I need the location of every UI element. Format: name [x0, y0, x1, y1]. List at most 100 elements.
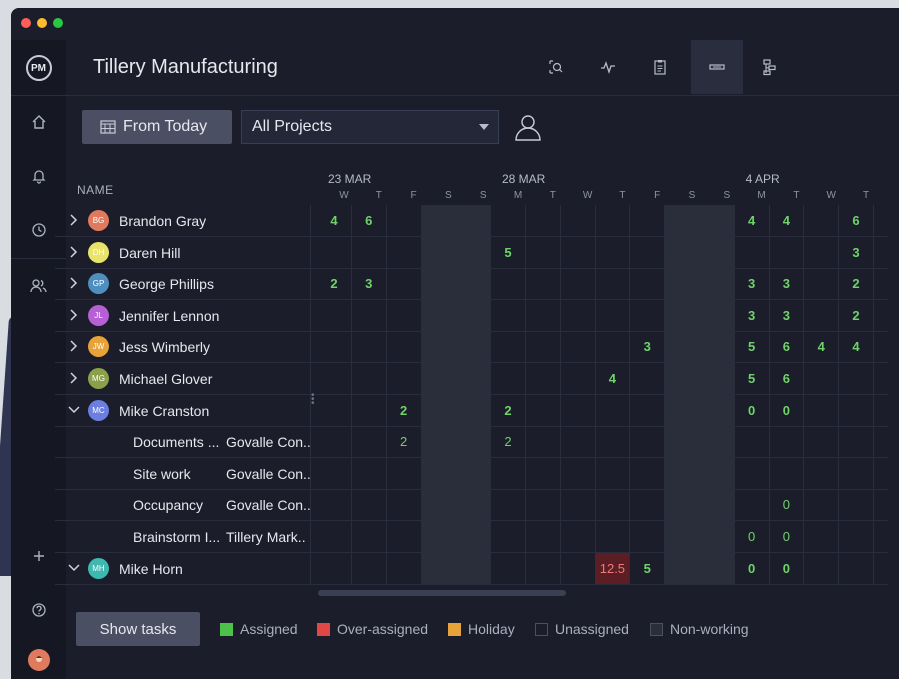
workload-cell[interactable]	[665, 363, 700, 394]
workload-cell[interactable]	[317, 236, 352, 268]
workload-cell[interactable]: 6	[839, 205, 874, 236]
workload-cell[interactable]	[421, 268, 457, 300]
clipboard-icon[interactable]	[634, 40, 686, 94]
task-name[interactable]: Site work	[133, 466, 191, 482]
workload-cell[interactable]	[317, 426, 352, 458]
workload-cell[interactable]	[387, 205, 422, 236]
workload-cell[interactable]: 3	[352, 268, 387, 300]
user-filter-icon[interactable]	[513, 112, 543, 142]
workload-cell[interactable]	[561, 394, 596, 426]
workload-cell[interactable]	[526, 489, 561, 521]
workload-cell[interactable]: 0	[769, 394, 805, 426]
person-name[interactable]: Mike Cranston	[119, 403, 209, 419]
workload-cell[interactable]: 4	[769, 205, 805, 236]
workload-cell[interactable]	[699, 236, 735, 268]
workload-cell[interactable]	[491, 299, 526, 331]
workload-cell[interactable]	[839, 489, 874, 521]
workload-cell[interactable]	[699, 394, 735, 426]
workload-cell[interactable]	[387, 236, 422, 268]
workload-cell[interactable]	[699, 552, 735, 584]
workload-cell[interactable]: 5	[630, 552, 666, 584]
workload-cell[interactable]	[630, 205, 666, 236]
workload-cell[interactable]	[839, 426, 874, 458]
workload-cell[interactable]	[699, 457, 735, 489]
workload-cell[interactable]	[561, 236, 596, 268]
workload-cell[interactable]	[491, 363, 526, 394]
workload-cell[interactable]	[456, 489, 492, 521]
workload-cell[interactable]	[456, 236, 492, 268]
workload-cell[interactable]: 2	[317, 268, 352, 300]
workload-cell[interactable]	[456, 521, 492, 552]
workload-cell[interactable]	[630, 236, 666, 268]
workload-cell[interactable]	[804, 457, 840, 489]
workload-cell[interactable]	[352, 394, 387, 426]
task-row[interactable]: Brainstorm I... Tillery Mark.. 0 0	[55, 521, 888, 553]
workload-cell[interactable]: 3	[839, 236, 874, 268]
workload-cell[interactable]	[352, 457, 387, 489]
workload-cell[interactable]	[352, 363, 387, 394]
workload-cell[interactable]	[526, 394, 561, 426]
maximize-window-button[interactable]	[53, 18, 63, 28]
workload-cell[interactable]	[456, 363, 492, 394]
workload-cell[interactable]: 5	[491, 236, 526, 268]
chevron-right-icon[interactable]	[67, 371, 81, 385]
workload-cell[interactable]	[352, 299, 387, 331]
workload-cell[interactable]	[387, 552, 422, 584]
workload-cell[interactable]	[699, 299, 735, 331]
workload-cell[interactable]	[387, 363, 422, 394]
workload-cell[interactable]	[491, 331, 526, 363]
task-name[interactable]: Occupancy	[133, 497, 203, 513]
workload-cell[interactable]	[595, 426, 631, 458]
workload-cell[interactable]	[317, 363, 352, 394]
workload-cell[interactable]	[456, 457, 492, 489]
workload-cell[interactable]	[526, 426, 561, 458]
workload-cell[interactable]	[804, 426, 840, 458]
workload-cell[interactable]	[699, 268, 735, 300]
workload-cell[interactable]	[387, 521, 422, 552]
hierarchy-icon[interactable]	[744, 40, 796, 94]
person-name[interactable]: Michael Glover	[119, 371, 212, 387]
workload-cell[interactable]	[561, 205, 596, 236]
close-window-button[interactable]	[21, 18, 31, 28]
workload-cell[interactable]	[665, 268, 700, 300]
workload-cell[interactable]	[561, 268, 596, 300]
person-name[interactable]: Jennifer Lennon	[119, 308, 219, 324]
workload-cell[interactable]	[526, 552, 561, 584]
workload-cell[interactable]	[665, 426, 700, 458]
workload-cell[interactable]: 5	[735, 363, 770, 394]
workload-cell[interactable]	[699, 205, 735, 236]
workload-cell[interactable]	[595, 489, 631, 521]
workload-cell[interactable]	[421, 331, 457, 363]
logo[interactable]: PM	[11, 48, 66, 88]
workload-cell[interactable]	[421, 426, 457, 458]
workload-cell[interactable]	[352, 331, 387, 363]
workload-cell[interactable]	[804, 363, 840, 394]
workload-cell[interactable]	[665, 552, 700, 584]
person-name[interactable]: Mike Horn	[119, 561, 183, 577]
workload-cell[interactable]	[526, 363, 561, 394]
workload-cell[interactable]	[526, 521, 561, 552]
workload-cell[interactable]	[665, 457, 700, 489]
workload-cell[interactable]	[839, 363, 874, 394]
workload-cell[interactable]: 0	[769, 489, 805, 521]
person-row[interactable]: MC Mike Cranston 2 2 0 0	[55, 394, 888, 427]
workload-cell[interactable]	[595, 521, 631, 552]
chevron-right-icon[interactable]	[67, 339, 81, 353]
workload-cell[interactable]	[630, 521, 666, 552]
workload-cell[interactable]	[735, 426, 770, 458]
activity-icon[interactable]	[582, 40, 634, 94]
workload-cell[interactable]	[561, 552, 596, 584]
workload-cell[interactable]	[456, 394, 492, 426]
workload-cell[interactable]	[735, 489, 770, 521]
workload-cell[interactable]	[665, 489, 700, 521]
workload-cell[interactable]	[456, 205, 492, 236]
workload-cell[interactable]: 3	[735, 268, 770, 300]
workload-cell[interactable]	[526, 457, 561, 489]
workload-cell[interactable]: 4	[317, 205, 352, 236]
workload-cell[interactable]	[317, 552, 352, 584]
workload-cell[interactable]	[804, 394, 840, 426]
workload-cell[interactable]	[839, 394, 874, 426]
workload-cell[interactable]: 3	[769, 268, 805, 300]
workload-cell[interactable]	[665, 331, 700, 363]
workload-icon[interactable]	[691, 40, 743, 94]
